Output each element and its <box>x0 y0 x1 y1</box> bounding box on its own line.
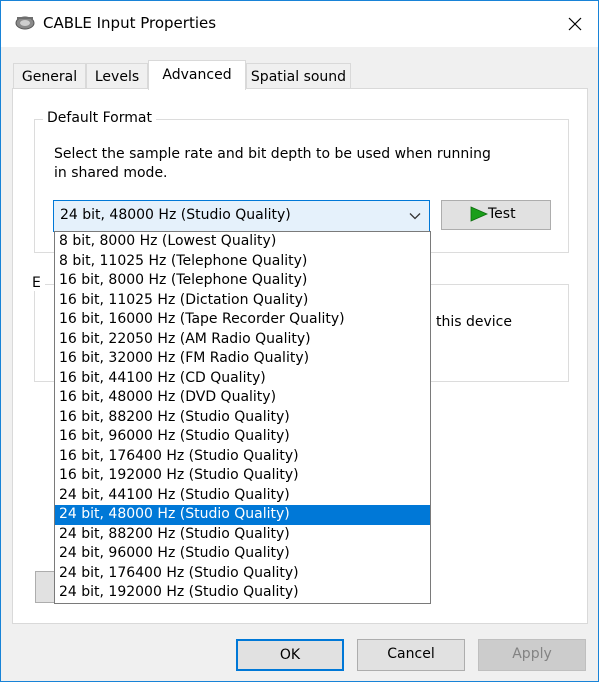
properties-window: CABLE Input Properties General Levels Ad… <box>0 0 599 682</box>
dropdown-option[interactable]: 16 bit, 22050 Hz (AM Radio Quality) <box>55 330 430 350</box>
test-button[interactable]: Test <box>441 200 551 230</box>
exclusive-mode-text: this device <box>436 314 512 330</box>
dropdown-option[interactable]: 16 bit, 44100 Hz (CD Quality) <box>55 369 430 389</box>
sample-rate-combobox[interactable]: 24 bit, 48000 Hz (Studio Quality) <box>53 200 430 232</box>
dropdown-option[interactable]: 16 bit, 16000 Hz (Tape Recorder Quality) <box>55 310 430 330</box>
dropdown-option[interactable]: 24 bit, 96000 Hz (Studio Quality) <box>55 544 430 564</box>
dropdown-option[interactable]: 16 bit, 32000 Hz (FM Radio Quality) <box>55 349 430 369</box>
dropdown-option[interactable]: 16 bit, 8000 Hz (Telephone Quality) <box>55 271 430 291</box>
test-button-label: Test <box>488 206 516 222</box>
apply-button[interactable]: Apply <box>478 639 586 671</box>
default-format-description-line1: Select the sample rate and bit depth to … <box>54 146 491 162</box>
play-icon <box>470 206 488 222</box>
dropdown-option[interactable]: 16 bit, 96000 Hz (Studio Quality) <box>55 427 430 447</box>
window-title: CABLE Input Properties <box>43 14 217 32</box>
dropdown-option[interactable]: 16 bit, 88200 Hz (Studio Quality) <box>55 408 430 428</box>
tab-levels[interactable]: Levels <box>86 63 148 89</box>
sample-rate-dropdown-list: 8 bit, 8000 Hz (Lowest Quality) 8 bit, 11… <box>54 231 431 604</box>
tab-advanced[interactable]: Advanced <box>148 60 246 90</box>
dropdown-option[interactable]: 16 bit, 48000 Hz (DVD Quality) <box>55 388 430 408</box>
tab-general[interactable]: General <box>13 63 86 89</box>
cancel-button[interactable]: Cancel <box>357 639 465 671</box>
exclusive-mode-label: E <box>28 275 45 291</box>
dropdown-option[interactable]: 24 bit, 48000 Hz (Studio Quality) <box>55 505 430 525</box>
dropdown-option[interactable]: 24 bit, 88200 Hz (Studio Quality) <box>55 525 430 545</box>
chevron-down-icon <box>409 213 421 220</box>
tab-spatial-sound[interactable]: Spatial sound <box>246 63 351 89</box>
dropdown-option[interactable]: 8 bit, 8000 Hz (Lowest Quality) <box>55 232 430 252</box>
dropdown-option[interactable]: 16 bit, 192000 Hz (Studio Quality) <box>55 466 430 486</box>
close-icon <box>568 17 582 31</box>
speaker-app-icon <box>15 13 35 33</box>
default-format-description-line2: in shared mode. <box>54 165 168 181</box>
dropdown-option[interactable]: 8 bit, 11025 Hz (Telephone Quality) <box>55 252 430 272</box>
default-format-label: Default Format <box>43 110 156 126</box>
sample-rate-selected-value: 24 bit, 48000 Hz (Studio Quality) <box>60 207 291 223</box>
dropdown-option[interactable]: 24 bit, 44100 Hz (Studio Quality) <box>55 486 430 506</box>
close-button[interactable] <box>552 1 598 47</box>
ok-button[interactable]: OK <box>236 639 344 671</box>
dropdown-option[interactable]: 16 bit, 176400 Hz (Studio Quality) <box>55 447 430 467</box>
dropdown-option[interactable]: 24 bit, 176400 Hz (Studio Quality) <box>55 564 430 584</box>
title-bar: CABLE Input Properties <box>1 1 598 47</box>
dropdown-option[interactable]: 16 bit, 11025 Hz (Dictation Quality) <box>55 291 430 311</box>
dropdown-option[interactable]: 24 bit, 192000 Hz (Studio Quality) <box>55 583 430 603</box>
